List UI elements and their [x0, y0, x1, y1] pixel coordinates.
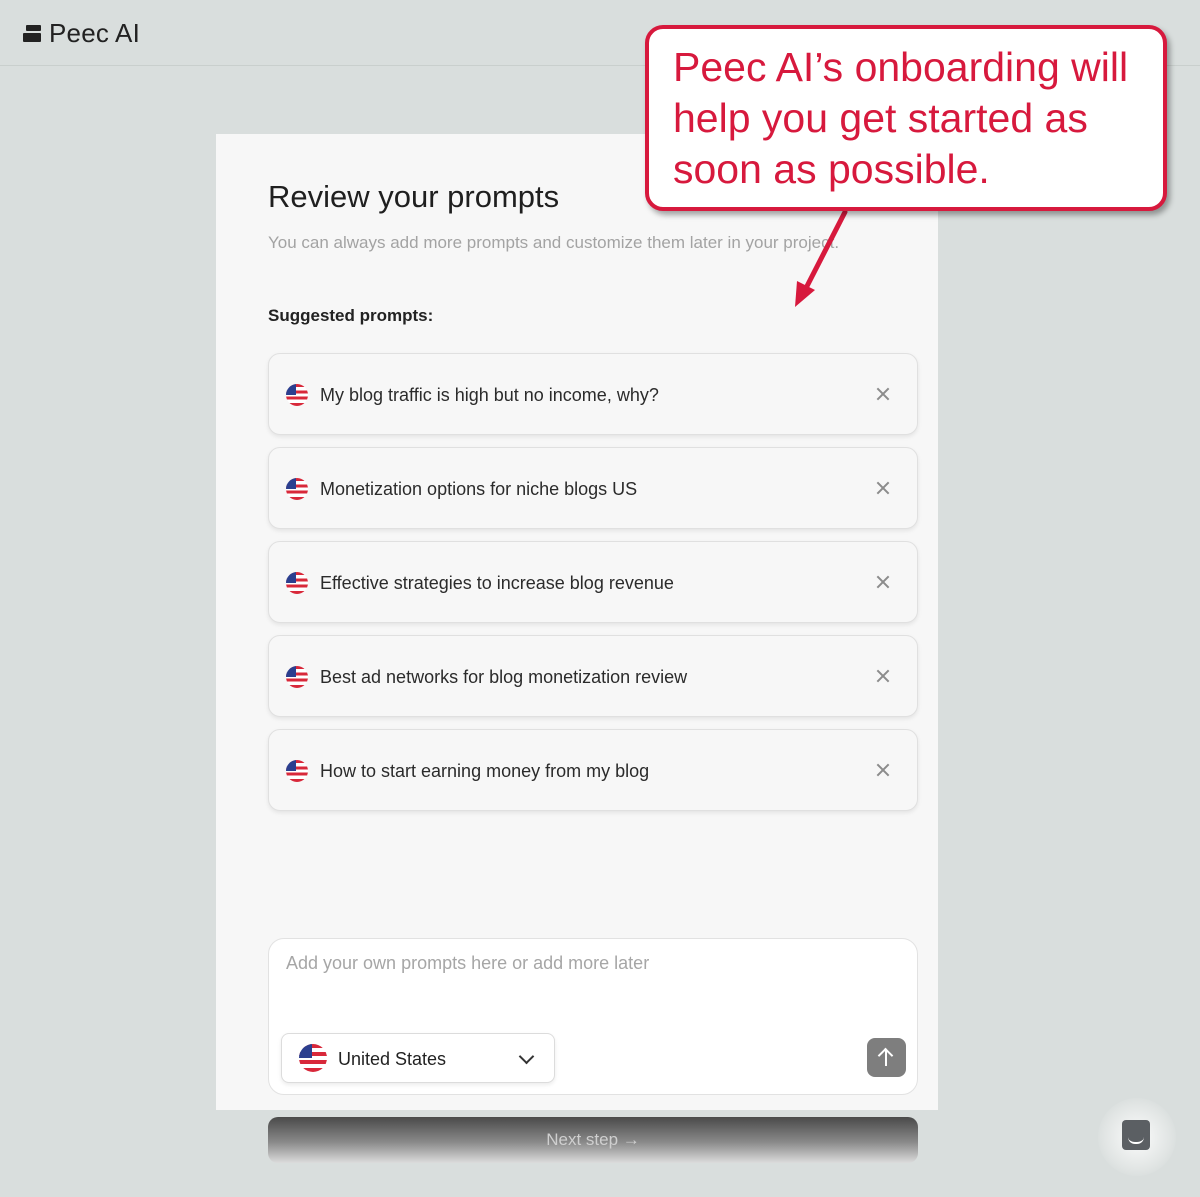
app-logo[interactable]: Peec AI — [23, 18, 140, 49]
prompt-item[interactable]: My blog traffic is high but no income, w… — [268, 353, 918, 435]
custom-prompt-input[interactable] — [286, 953, 886, 1013]
remove-prompt-icon[interactable] — [873, 666, 893, 686]
prompt-item[interactable]: Monetization options for niche blogs US — [268, 447, 918, 529]
chat-icon — [1122, 1120, 1150, 1150]
prompt-text: Monetization options for niche blogs US — [320, 479, 638, 499]
page-subtitle: You can always add more prompts and cust… — [268, 233, 840, 252]
us-flag-icon — [286, 760, 308, 782]
us-flag-icon — [286, 478, 308, 500]
prompt-composer: United States — [268, 938, 918, 1095]
prompt-text: How to start earning money from my blog — [320, 761, 650, 781]
prompt-text: Best ad networks for blog monetization r… — [320, 667, 688, 687]
remove-prompt-icon[interactable] — [873, 384, 893, 404]
prompt-text: Effective strategies to increase blog re… — [320, 573, 674, 593]
us-flag-icon — [286, 384, 308, 406]
logo-icon — [23, 24, 41, 43]
annotation-text: Peec AI’s onboarding will help you get s… — [673, 44, 1129, 192]
annotation-callout: Peec AI’s onboarding will help you get s… — [645, 25, 1167, 211]
prompt-item[interactable]: Best ad networks for blog monetization r… — [268, 635, 918, 717]
next-step-button[interactable]: Next step → — [268, 1117, 918, 1163]
remove-prompt-icon[interactable] — [873, 572, 893, 592]
remove-prompt-icon[interactable] — [873, 478, 893, 498]
page-title: Review your prompts — [268, 179, 560, 214]
onboarding-card: Review your prompts You can always add m… — [216, 134, 938, 1110]
prompt-list: My blog traffic is high but no income, w… — [268, 353, 918, 823]
submit-prompt-button[interactable] — [867, 1038, 906, 1077]
prompt-text: My blog traffic is high but no income, w… — [320, 385, 659, 405]
remove-prompt-icon[interactable] — [873, 760, 893, 780]
us-flag-icon — [299, 1044, 327, 1072]
prompt-item[interactable]: Effective strategies to increase blog re… — [268, 541, 918, 623]
country-select[interactable]: United States — [281, 1033, 555, 1083]
chevron-down-icon — [518, 1048, 535, 1065]
logo-text: Peec AI — [49, 18, 141, 48]
us-flag-icon — [286, 666, 308, 688]
us-flag-icon — [286, 572, 308, 594]
chat-launcher-button[interactable] — [1098, 1098, 1176, 1176]
prompt-item[interactable]: How to start earning money from my blog — [268, 729, 918, 811]
suggested-prompts-label: Suggested prompts: — [268, 306, 434, 325]
country-select-value: United States — [338, 1049, 447, 1069]
